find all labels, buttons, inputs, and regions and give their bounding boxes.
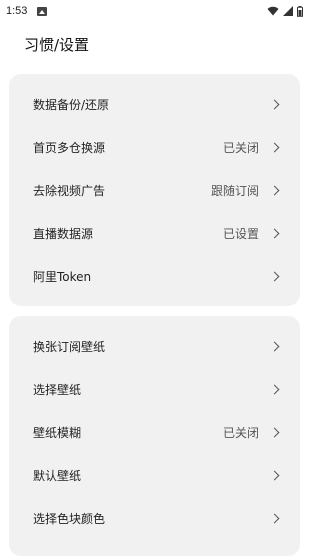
row-aliyun-token[interactable]: 阿里Token [9,255,300,298]
chevron-right-icon [269,185,280,196]
chevron-right-icon [269,271,280,282]
row-live-data-source[interactable]: 直播数据源 已设置 [9,212,300,255]
row-value: 已设置 [222,227,259,241]
settings-group-data: 数据备份/还原 首页多仓换源 已关闭 去除视频广告 跟随订阅 直播数据源 已设置… [9,74,300,306]
row-remove-video-ads[interactable]: 去除视频广告 跟随订阅 [9,169,300,212]
chevron-right-icon [269,142,280,153]
row-label: 选择色块颜色 [33,512,106,526]
row-label: 阿里Token [33,270,92,284]
chevron-right-icon [269,470,280,481]
signal-icon [283,6,293,16]
row-label: 数据备份/还原 [33,98,110,112]
row-home-multi-source[interactable]: 首页多仓换源 已关闭 [9,126,300,169]
page-title: 习惯/设置 [24,36,90,54]
settings-group-wallpaper: 换张订阅壁纸 选择壁纸 壁纸模糊 已关闭 默认壁纸 选择色块颜色 [9,316,300,556]
chevron-right-icon [269,513,280,524]
chevron-right-icon [269,341,280,352]
row-label: 去除视频广告 [33,184,106,198]
row-wallpaper-blur[interactable]: 壁纸模糊 已关闭 [9,411,300,454]
image-icon [37,6,48,16]
row-label: 默认壁纸 [33,469,82,483]
row-label: 首页多仓换源 [33,141,106,155]
battery-icon [297,5,303,17]
status-icons [267,5,303,17]
chevron-right-icon [269,384,280,395]
status-bar: 1:53 [0,0,309,22]
row-label: 换张订阅壁纸 [33,340,106,354]
row-change-subscription-wallpaper[interactable]: 换张订阅壁纸 [9,325,300,368]
row-select-block-color[interactable]: 选择色块颜色 [9,497,300,540]
row-value: 跟随订阅 [210,184,259,198]
row-label: 选择壁纸 [33,383,82,397]
row-value: 已关闭 [222,426,259,440]
row-label: 直播数据源 [33,227,94,241]
row-value: 已关闭 [222,141,259,155]
status-time: 1:53 [6,5,28,17]
row-label: 壁纸模糊 [33,426,82,440]
row-default-wallpaper[interactable]: 默认壁纸 [9,454,300,497]
chevron-right-icon [269,99,280,110]
wifi-icon [267,6,279,16]
row-select-wallpaper[interactable]: 选择壁纸 [9,368,300,411]
chevron-right-icon [269,427,280,438]
row-data-backup-restore[interactable]: 数据备份/还原 [9,83,300,126]
chevron-right-icon [269,228,280,239]
